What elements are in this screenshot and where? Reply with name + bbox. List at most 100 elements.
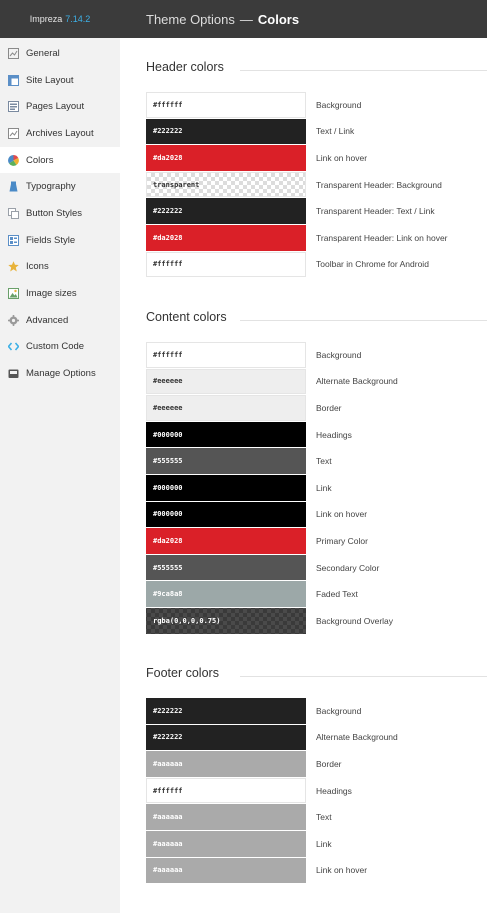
color-value-input[interactable]: #aaaaaa (146, 831, 306, 857)
section-heading: Content colors (146, 310, 227, 324)
color-value-input[interactable]: #222222 (146, 198, 306, 224)
site-layout-icon (8, 74, 19, 86)
color-value-input[interactable]: #000000 (146, 421, 306, 448)
color-value-input[interactable]: #ffffff (146, 92, 306, 118)
custom-code-icon (8, 341, 19, 352)
topbar: Theme Options — Colors (120, 0, 487, 38)
color-label: Link on hover (316, 865, 368, 876)
sidebar-item-label: Pages Layout (26, 101, 85, 113)
sidebar-item-advanced[interactable]: Advanced (0, 307, 120, 334)
color-value-input[interactable]: #eeeeee (146, 368, 306, 395)
color-label: Text (316, 456, 332, 467)
color-value-input[interactable]: #da2028 (146, 225, 306, 251)
color-value-input[interactable]: #222222 (146, 724, 306, 751)
sidebar: Impreza 7.14.2 General Site Layout Pages L… (0, 0, 120, 913)
image-sizes-icon (8, 288, 19, 300)
color-label: Background (316, 349, 362, 360)
manage-options-icon (8, 368, 19, 379)
color-row: #555555 Secondary Color (146, 554, 487, 582)
color-value-input[interactable]: transparent (146, 171, 306, 198)
button-styles-icon (8, 207, 19, 219)
colors-icon (8, 154, 19, 166)
color-row: #da2028 Transparent Header: Link on hover (146, 225, 487, 252)
page-title: Theme Options (146, 11, 235, 27)
sidebar-item-manage-options[interactable]: Manage Options (0, 360, 120, 387)
typography-icon (8, 181, 19, 192)
color-row: #222222 Background (146, 698, 487, 725)
sidebar-item-fields-style[interactable]: Fields Style (0, 227, 120, 254)
color-row: rgba(0,0,0,0.75) Background Overlay (146, 608, 487, 635)
brand: Impreza 7.14.2 (0, 0, 120, 38)
color-value-input[interactable]: #ffffff (146, 777, 306, 804)
color-label: Headings (316, 429, 352, 440)
sidebar-item-label: Site Layout (26, 74, 74, 86)
color-row: #da2028 Primary Color (146, 528, 487, 555)
color-value-input[interactable]: #da2028 (146, 145, 306, 171)
color-value-input[interactable]: rgba(0,0,0,0.75) (146, 608, 306, 634)
color-row: #555555 Text (146, 448, 487, 475)
color-label: Border (316, 758, 342, 769)
color-value-input[interactable]: #9ca8a8 (146, 581, 306, 607)
color-value-input[interactable]: #555555 (146, 554, 306, 581)
sidebar-item-label: Image sizes (26, 288, 77, 300)
sidebar-item-label: Colors (26, 154, 54, 166)
sidebar-item-label: Icons (26, 261, 49, 273)
color-value-input[interactable]: #222222 (146, 118, 306, 145)
sidebar-item-archives-layout[interactable]: Archives Layout (0, 120, 120, 147)
brand-version: 7.14.2 (65, 14, 91, 24)
color-value-input[interactable]: #eeeeee (146, 395, 306, 421)
color-value-input[interactable]: #da2028 (146, 528, 306, 554)
sidebar-item-label: Advanced (26, 314, 69, 326)
color-label: Alternate Background (316, 376, 398, 387)
color-value-input[interactable]: #000000 (146, 475, 306, 501)
color-row: #ffffff Toolbar in Chrome for Android (146, 251, 487, 279)
color-row: #000000 Link (146, 475, 487, 502)
color-row: #ffffff Background (146, 342, 487, 369)
color-value-input[interactable]: #aaaaaa (146, 804, 306, 830)
brand-name: Impreza (29, 14, 63, 24)
color-row: #000000 Link on hover (146, 501, 487, 529)
current-section-title: Colors (257, 11, 300, 27)
color-row: #da2028 Link on hover (146, 145, 487, 172)
fields-style-icon (8, 234, 19, 246)
color-value-input[interactable]: #555555 (146, 448, 306, 474)
color-row: #aaaaaa Link (146, 831, 487, 858)
color-label: Toolbar in Chrome for Android (316, 259, 429, 270)
color-row: #eeeeee Border (146, 395, 487, 422)
sidebar-item-label: Typography (26, 181, 76, 193)
color-label: Text / Link (316, 126, 355, 137)
color-label: Link (316, 838, 332, 849)
sidebar-item-icons[interactable]: Icons (0, 254, 120, 281)
sidebar-item-general[interactable]: General (0, 40, 120, 67)
color-row: #aaaaaa Link on hover (146, 857, 487, 885)
sidebar-item-label: Fields Style (26, 234, 76, 246)
sidebar-item-typography[interactable]: Typography (0, 173, 120, 200)
color-value-input[interactable]: #aaaaaa (146, 751, 306, 777)
color-row: #ffffff Background (146, 92, 487, 119)
sidebar-item-label: Archives Layout (26, 127, 94, 139)
sidebar-item-custom-code[interactable]: Custom Code (0, 334, 120, 361)
sidebar-nav: General Site Layout Pages Layout Archives L… (0, 38, 120, 387)
color-row: #222222 Transparent Header: Text / Link (146, 198, 487, 225)
color-row: #ffffff Headings (146, 777, 487, 805)
color-label: Link on hover (316, 509, 368, 520)
color-label: Text (316, 812, 332, 823)
color-label: Link on hover (316, 152, 368, 163)
color-label: Background (316, 705, 362, 716)
color-value-input[interactable]: #222222 (146, 698, 306, 724)
archives-layout-icon (8, 127, 19, 139)
color-value-input[interactable]: #ffffff (146, 342, 306, 368)
sidebar-item-button-styles[interactable]: Button Styles (0, 200, 120, 227)
color-value-input[interactable]: #aaaaaa (146, 857, 306, 884)
color-value-input[interactable]: #ffffff (146, 251, 306, 278)
color-value-input[interactable]: #000000 (146, 501, 306, 528)
sidebar-item-pages-layout[interactable]: Pages Layout (0, 93, 120, 120)
color-label: Transparent Header: Background (316, 179, 442, 190)
section-heading: Footer colors (146, 666, 219, 680)
sidebar-item-image-sizes[interactable]: Image sizes (0, 280, 120, 307)
sidebar-item-colors[interactable]: Colors (0, 146, 120, 174)
color-label: Headings (316, 785, 352, 796)
sidebar-item-site-layout[interactable]: Site Layout (0, 67, 120, 94)
color-row: #eeeeee Alternate Background (146, 368, 487, 396)
section-divider (240, 676, 487, 677)
